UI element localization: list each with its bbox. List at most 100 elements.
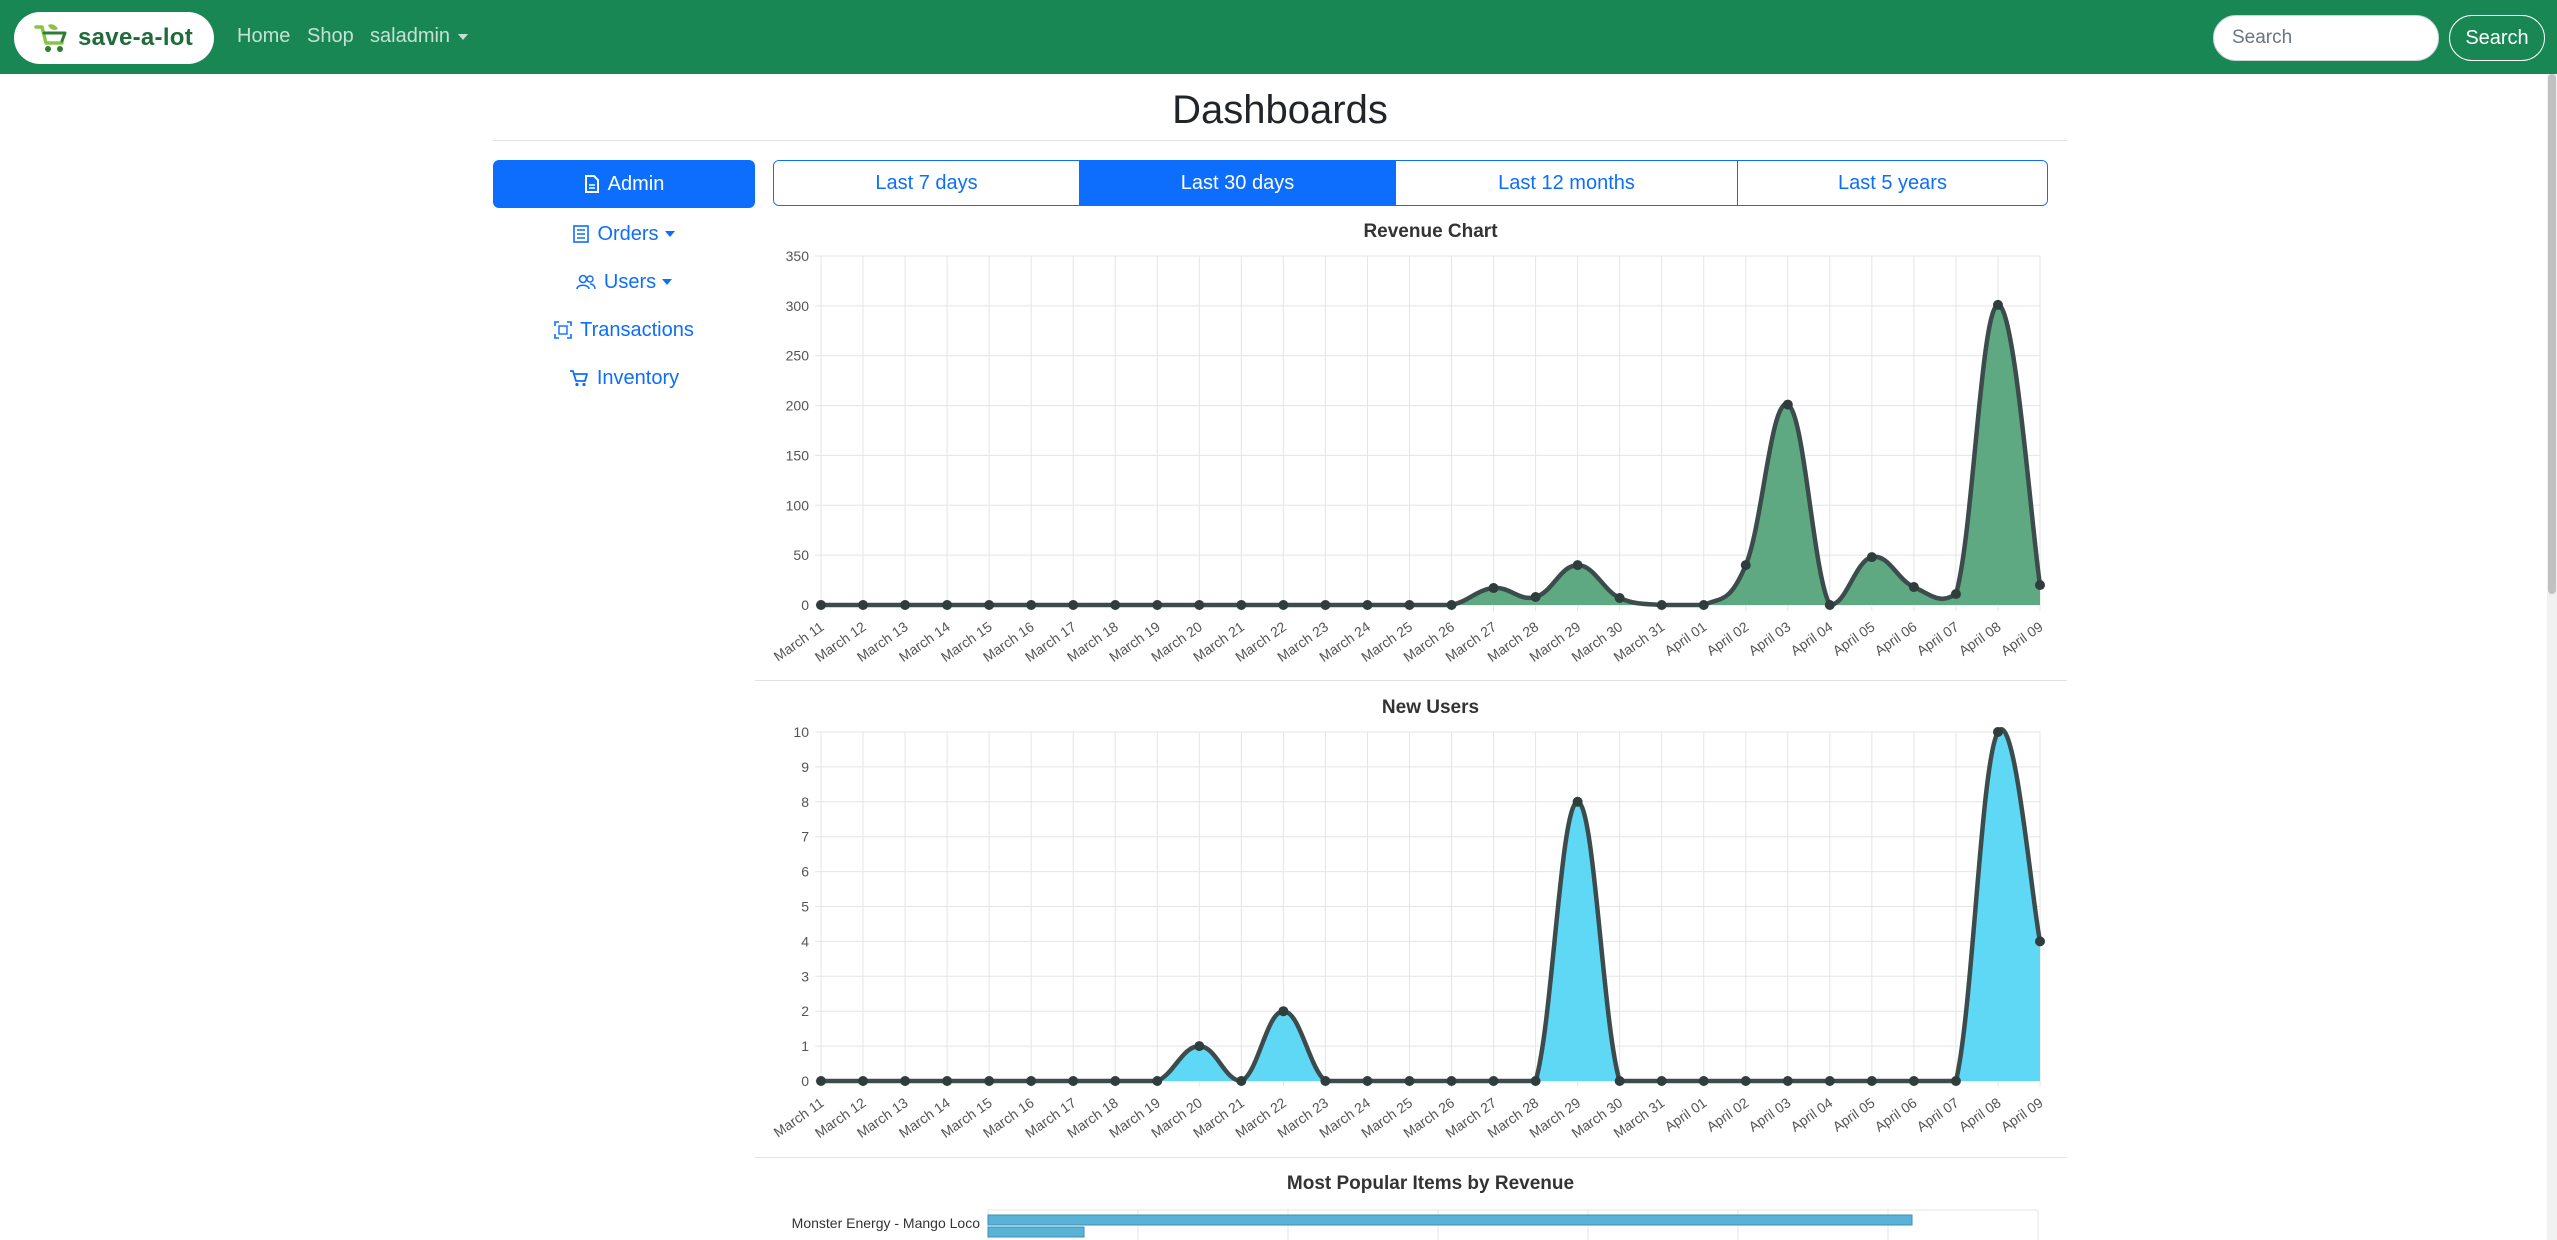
data-point xyxy=(1068,600,1079,610)
tab-last-12-months[interactable]: Last 12 months xyxy=(1396,161,1738,205)
y-tick-label: 2 xyxy=(801,1003,809,1019)
x-tick-label: April 05 xyxy=(1830,1094,1878,1134)
data-point xyxy=(942,600,953,610)
data-point xyxy=(1194,600,1205,610)
y-tick-label: 300 xyxy=(786,298,810,314)
nav-shop-link[interactable]: Shop xyxy=(307,25,354,48)
nav-home-link[interactable]: Home xyxy=(237,25,290,48)
chart-divider xyxy=(755,1157,2067,1158)
data-point xyxy=(1152,600,1163,610)
x-tick-label: April 06 xyxy=(1872,1094,1920,1134)
new-users-chart: New Users012345678910March 11March 12Mar… xyxy=(771,697,2046,1141)
y-tick-label: 4 xyxy=(801,933,809,949)
tab-last-5-years[interactable]: Last 5 years xyxy=(1738,161,2047,205)
data-point xyxy=(984,600,995,610)
title-divider xyxy=(493,140,2067,141)
data-point xyxy=(1698,1076,1709,1086)
data-point xyxy=(1782,1076,1793,1086)
search-input[interactable] xyxy=(2213,15,2439,61)
data-point xyxy=(1950,1076,1961,1086)
x-tick-label: April 04 xyxy=(1787,618,1835,658)
data-point xyxy=(1866,1076,1877,1086)
x-tick-label: April 05 xyxy=(1830,618,1878,658)
data-point xyxy=(1740,1076,1751,1086)
series-area xyxy=(821,304,2040,605)
transactions-icon xyxy=(554,321,572,339)
data-point xyxy=(900,1076,911,1086)
revenue-chart: Revenue Chart050100150200250300350March … xyxy=(771,221,2046,665)
search-button[interactable]: Search xyxy=(2449,15,2545,61)
document-icon xyxy=(584,175,599,193)
series-line xyxy=(821,302,2043,608)
x-tick-label: April 09 xyxy=(1998,618,2046,658)
data-point xyxy=(1614,593,1625,604)
cart-icon xyxy=(569,370,588,387)
data-point xyxy=(2035,936,2045,947)
data-point xyxy=(1068,1076,1079,1086)
sidebar-item-transactions[interactable]: Transactions xyxy=(493,306,755,354)
scrollbar-thumb[interactable] xyxy=(2548,74,2556,594)
sidebar-item-inventory[interactable]: Inventory xyxy=(493,354,755,402)
data-point xyxy=(942,1076,953,1086)
y-tick-label: 100 xyxy=(786,497,810,513)
x-tick-label: April 07 xyxy=(1914,1094,1962,1134)
data-point xyxy=(1278,600,1289,610)
data-point xyxy=(1866,552,1877,563)
chart-title: Most Popular Items by Revenue xyxy=(1287,1173,1574,1194)
y-tick-label: 350 xyxy=(786,248,810,264)
list-icon xyxy=(573,225,590,243)
brand-name: save-a-lot xyxy=(78,24,194,51)
y-tick-label: 50 xyxy=(793,547,809,563)
date-range-tabs: Last 7 days Last 30 days Last 12 months … xyxy=(773,160,2048,206)
data-point xyxy=(1572,560,1583,571)
x-tick-label: April 03 xyxy=(1745,1094,1793,1134)
data-point xyxy=(1656,600,1667,610)
data-point xyxy=(1992,727,2003,737)
data-point xyxy=(1110,600,1121,610)
brand-logo[interactable]: save-a-lot xyxy=(14,12,214,64)
sidebar-item-admin[interactable]: Admin xyxy=(493,160,755,208)
y-tick-label: 8 xyxy=(801,794,809,810)
x-tick-label: April 01 xyxy=(1661,618,1709,658)
chevron-down-icon xyxy=(664,231,675,237)
data-point xyxy=(1488,1076,1499,1086)
sidebar-item-users[interactable]: Users xyxy=(493,258,755,306)
data-point xyxy=(1320,600,1331,610)
x-tick-label: April 09 xyxy=(1998,1094,2046,1134)
x-tick-label: April 01 xyxy=(1661,1094,1709,1134)
sidebar-item-label: Orders xyxy=(597,222,659,245)
y-tick-label: 0 xyxy=(801,1073,809,1089)
y-tick-label: 150 xyxy=(786,447,810,463)
data-point xyxy=(1362,600,1373,610)
data-point xyxy=(1404,1076,1415,1086)
chevron-down-icon xyxy=(458,33,469,40)
x-tick-label: April 08 xyxy=(1956,618,2004,658)
popular-items-chart: Most Popular Items by Revenue Monster Ene… xyxy=(792,1173,2039,1240)
data-point xyxy=(1782,399,1793,410)
y-tick-label: 250 xyxy=(786,348,810,364)
data-point xyxy=(1152,1076,1163,1086)
data-point xyxy=(1656,1076,1667,1086)
x-tick-label: April 08 xyxy=(1956,1094,2004,1134)
x-tick-label: April 04 xyxy=(1787,1094,1835,1134)
data-point xyxy=(1614,1076,1625,1086)
x-tick-label: April 03 xyxy=(1745,618,1793,658)
data-point xyxy=(1908,582,1919,593)
tab-last-30-days[interactable]: Last 30 days xyxy=(1080,161,1396,205)
y-tick-label: 200 xyxy=(786,398,810,414)
data-point xyxy=(1572,796,1583,807)
y-tick-label: 5 xyxy=(801,899,809,915)
data-point xyxy=(1446,1076,1457,1086)
chevron-down-icon xyxy=(662,279,673,285)
x-tick-label: April 02 xyxy=(1703,1094,1751,1134)
page-title: Dashboards xyxy=(1172,88,1388,132)
y-tick-label: 3 xyxy=(801,968,809,984)
y-tick-label: 0 xyxy=(801,597,809,613)
sidebar-item-orders[interactable]: Orders xyxy=(493,210,755,258)
data-point xyxy=(1026,600,1037,610)
chart-title: Revenue Chart xyxy=(1363,221,1498,242)
tab-last-7-days[interactable]: Last 7 days xyxy=(774,161,1080,205)
page-scrollbar[interactable] xyxy=(2547,74,2557,1240)
data-point xyxy=(816,1076,826,1086)
nav-user-dropdown[interactable]: saladmin xyxy=(370,25,469,48)
